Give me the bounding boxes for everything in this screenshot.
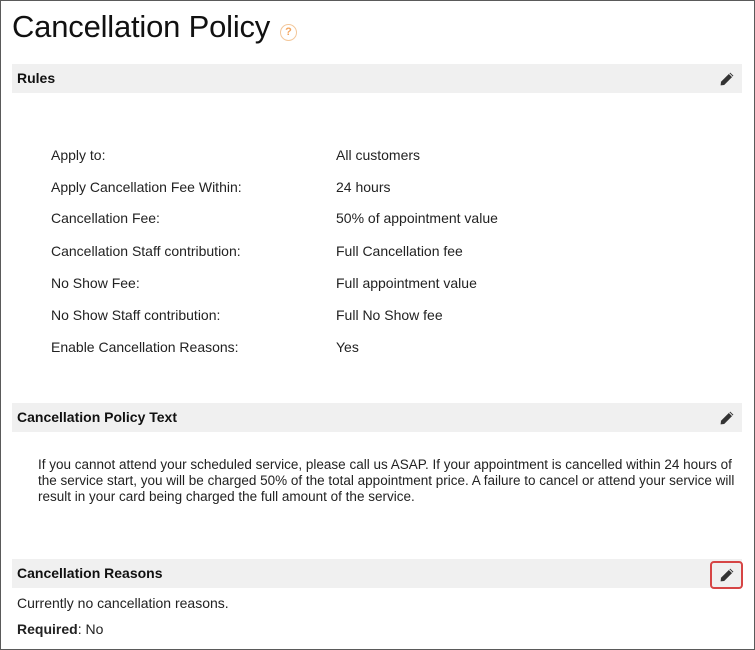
rule-label: Cancellation Staff contribution:: [51, 243, 241, 259]
page-frame: Cancellation Policy ? Rules Apply to: Al…: [0, 0, 755, 650]
edit-policy-text-button[interactable]: [716, 408, 738, 428]
pencil-icon: [720, 568, 733, 582]
help-icon[interactable]: ?: [280, 24, 297, 41]
rule-value: Full appointment value: [336, 275, 477, 291]
pencil-icon: [720, 411, 734, 425]
edit-rules-button[interactable]: [716, 69, 738, 89]
edit-reasons-button[interactable]: [710, 561, 743, 589]
policy-text-body: If you cannot attend your scheduled serv…: [38, 457, 735, 504]
rule-value: Full Cancellation fee: [336, 243, 463, 259]
policy-text-section-title: Cancellation Policy Text: [17, 409, 178, 425]
policy-text-section-header: Cancellation Policy Text: [12, 403, 742, 432]
rule-value: Yes: [336, 339, 359, 355]
rule-value: Full No Show fee: [336, 307, 443, 323]
rule-label: Apply Cancellation Fee Within:: [51, 179, 242, 195]
rule-label: No Show Staff contribution:: [51, 307, 221, 323]
required-value: : No: [77, 621, 104, 637]
rules-section-header: Rules: [12, 64, 742, 93]
rule-value: 24 hours: [336, 179, 391, 195]
no-reasons-text: Currently no cancellation reasons.: [17, 595, 229, 611]
rule-label: No Show Fee:: [51, 275, 140, 291]
required-setting: Required: No: [17, 621, 103, 637]
rule-label: Enable Cancellation Reasons:: [51, 339, 239, 355]
rule-label: Cancellation Fee:: [51, 210, 160, 226]
reasons-section-title: Cancellation Reasons: [17, 565, 163, 581]
rules-section-title: Rules: [17, 70, 56, 86]
reasons-section-header: Cancellation Reasons: [12, 559, 743, 589]
required-label: Required: [17, 621, 78, 637]
page-title: Cancellation Policy: [12, 9, 271, 44]
rule-value: 50% of appointment value: [336, 210, 498, 226]
pencil-icon: [720, 72, 734, 86]
rule-value: All customers: [336, 147, 421, 163]
rule-label: Apply to:: [51, 147, 106, 163]
